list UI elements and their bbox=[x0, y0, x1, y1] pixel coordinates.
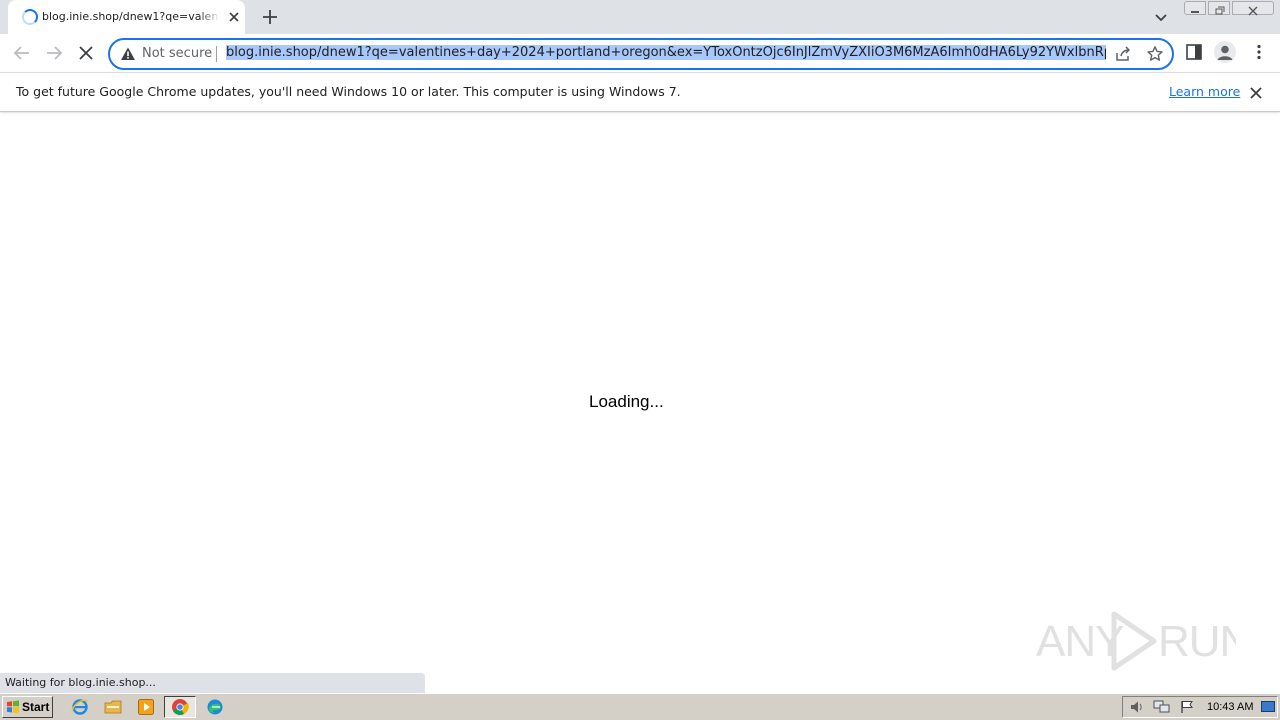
taskbar-chrome-active[interactable] bbox=[164, 696, 196, 718]
url-selection: blog.inie.shop/dnew1?qe=valentines+day+2… bbox=[226, 45, 1106, 60]
window-close-button[interactable] bbox=[1232, 1, 1274, 16]
volume-icon[interactable] bbox=[1129, 700, 1145, 714]
infobar-message: To get future Google Chrome updates, you… bbox=[16, 84, 681, 99]
tab-search-chevron-icon[interactable] bbox=[1152, 8, 1170, 26]
stop-loading-icon[interactable] bbox=[75, 42, 97, 64]
windows-logo-icon bbox=[7, 700, 19, 714]
start-button[interactable]: Start bbox=[2, 696, 53, 718]
person-icon bbox=[1217, 45, 1233, 60]
close-icon bbox=[1248, 6, 1258, 16]
taskbar-clock[interactable]: 10:43 AM bbox=[1207, 701, 1253, 713]
tab-strip: blog.inie.shop/dnew1?qe=valentines+day+2… bbox=[0, 0, 1280, 34]
loading-text: Loading... bbox=[589, 392, 664, 411]
network-icon[interactable] bbox=[1153, 700, 1171, 714]
file-explorer-icon[interactable] bbox=[104, 698, 122, 716]
chrome-menu-icon[interactable] bbox=[1250, 43, 1268, 61]
browser-toolbar: Not secure blog.inie.shop/dnew1?qe=valen… bbox=[0, 34, 1280, 72]
learn-more-link[interactable]: Learn more bbox=[1169, 84, 1240, 99]
new-tab-icon[interactable] bbox=[260, 7, 280, 27]
show-desktop-icon[interactable] bbox=[1261, 701, 1275, 713]
side-panel-icon[interactable] bbox=[1185, 43, 1203, 61]
minimize-icon bbox=[1191, 11, 1199, 13]
window-restore-button[interactable] bbox=[1208, 1, 1230, 15]
warning-triangle-icon[interactable] bbox=[120, 46, 136, 62]
infobar-close-icon[interactable] bbox=[1248, 85, 1264, 101]
tab-active[interactable]: blog.inie.shop/dnew1?qe=valentines+day+2… bbox=[8, 0, 245, 34]
status-bubble: Waiting for blog.inie.shop... bbox=[0, 673, 425, 693]
forward-arrow-icon[interactable] bbox=[43, 42, 65, 64]
bookmark-star-icon[interactable] bbox=[1146, 45, 1164, 63]
address-bar[interactable]: Not secure blog.inie.shop/dnew1?qe=valen… bbox=[108, 38, 1174, 70]
system-tray: 10:43 AM bbox=[1122, 696, 1278, 718]
omnibox-divider bbox=[216, 46, 217, 62]
restore-icon bbox=[1215, 6, 1225, 15]
profile-avatar-icon[interactable] bbox=[1214, 41, 1236, 63]
chrome-icon bbox=[172, 699, 189, 715]
update-infobar: To get future Google Chrome updates, you… bbox=[0, 72, 1280, 112]
url-text[interactable]: blog.inie.shop/dnew1?qe=valentines+day+2… bbox=[226, 45, 1106, 63]
tab-close-icon[interactable] bbox=[226, 9, 242, 25]
anyrun-watermark-logo: ANY RUN bbox=[1036, 611, 1236, 671]
windows-taskbar: Start 10:43 AM bbox=[0, 693, 1280, 720]
loading-spinner-icon bbox=[22, 9, 38, 25]
security-label[interactable]: Not secure bbox=[142, 46, 212, 61]
status-text: Waiting for blog.inie.shop... bbox=[5, 676, 156, 689]
edge-icon[interactable] bbox=[206, 698, 224, 716]
media-player-icon[interactable] bbox=[137, 698, 155, 716]
tab-title: blog.inie.shop/dnew1?qe=valentines+day+2… bbox=[42, 10, 220, 23]
back-arrow-icon[interactable] bbox=[11, 42, 33, 64]
window-minimize-button[interactable] bbox=[1184, 1, 1206, 15]
action-center-flag-icon[interactable] bbox=[1179, 700, 1195, 714]
internet-explorer-icon[interactable] bbox=[71, 698, 89, 716]
share-icon[interactable] bbox=[1114, 45, 1132, 63]
svg-text:RUN: RUN bbox=[1158, 617, 1236, 666]
start-label: Start bbox=[22, 700, 50, 714]
svg-text:ANY: ANY bbox=[1036, 617, 1124, 666]
